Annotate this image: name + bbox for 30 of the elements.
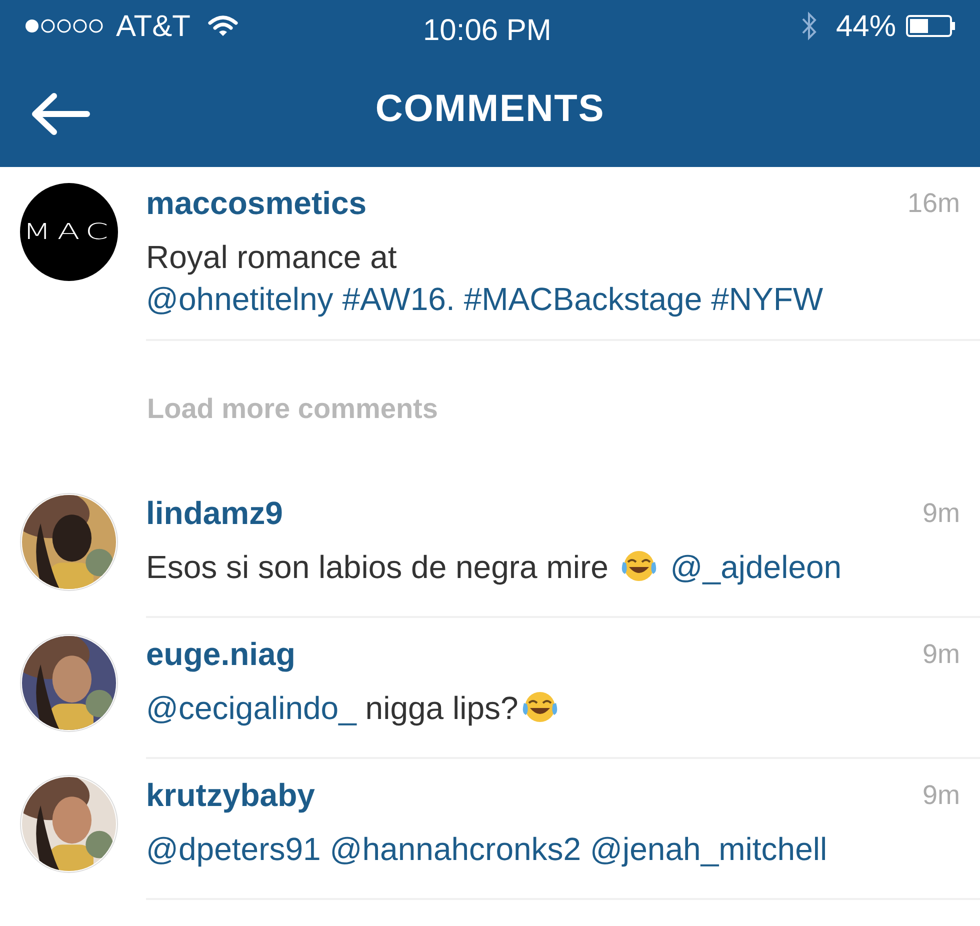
mention-link[interactable]: #MACBackstage <box>464 280 702 316</box>
mention-link[interactable]: @ohnetitelny <box>146 280 334 316</box>
comment-time: 16m <box>907 187 960 220</box>
mention-link[interactable]: @cecigalindo_ <box>146 690 356 726</box>
comment-time: 9m <box>922 779 960 812</box>
comment-text: @cecigalindo_ nigga lips? <box>146 686 960 742</box>
battery-icon <box>906 15 956 37</box>
bluetooth-icon <box>800 11 818 41</box>
mention-link[interactable]: #AW16. <box>342 280 455 316</box>
signal-icon <box>24 18 104 34</box>
comment-text: Esos si son labios de negra mire @_ajdeleon <box>146 546 843 587</box>
battery-percent: 44% <box>836 8 896 44</box>
logo-text: MAC <box>23 218 115 246</box>
mention-link[interactable]: @dpeters91 <box>146 830 321 866</box>
page-title: COMMENTS <box>375 87 605 132</box>
username[interactable]: euge.niag <box>146 635 296 674</box>
mention-link[interactable]: #NYFW <box>711 280 824 316</box>
username[interactable]: krutzybaby <box>146 776 315 814</box>
username[interactable]: maccosmetics <box>146 184 367 222</box>
mention-link[interactable]: @jenah_mitchell <box>590 830 828 866</box>
comment-time: 9m <box>922 638 960 671</box>
username[interactable]: lindamz9 <box>146 494 283 532</box>
mention-link[interactable]: @_ajdeleon <box>670 548 842 584</box>
carrier-name: AT&T <box>116 8 190 44</box>
back-arrow-icon[interactable] <box>30 92 90 136</box>
wifi-icon <box>208 15 238 37</box>
comment-text: Royal romance at @ohnetitelny #AW16. #MACBackstage #NYFW <box>146 238 824 319</box>
mention-link[interactable]: @hannahcronks2 <box>330 830 582 866</box>
comment-time: 9m <box>922 497 960 530</box>
clock-time: 10:06 PM <box>423 13 552 49</box>
